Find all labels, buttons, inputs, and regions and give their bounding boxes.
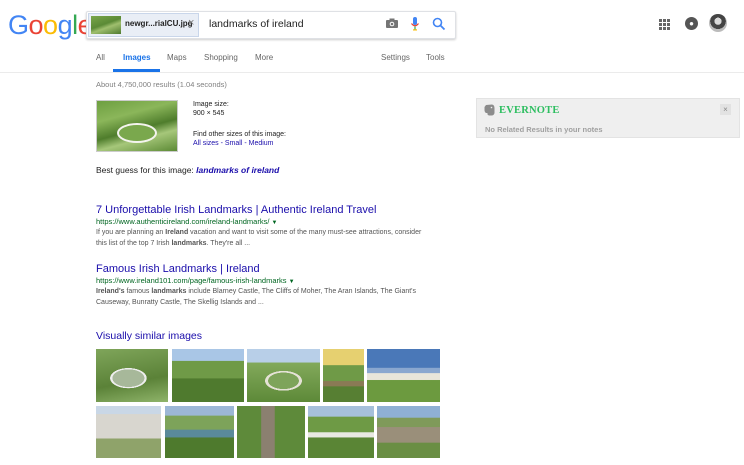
snippet-line: Causeway, Bunratty Castle, The Skellig I… (96, 299, 264, 306)
other-sizes-label: Find other sizes of this image: (193, 131, 286, 138)
result-title[interactable]: 7 Unforgettable Irish Landmarks | Authen… (96, 204, 376, 216)
result-title[interactable]: Famous Irish Landmarks | Ireland (96, 263, 260, 275)
result-url[interactable]: https://www.authenticireland.com/ireland… (96, 217, 277, 226)
result-url-text: https://www.authenticireland.com/ireland… (96, 217, 270, 226)
search-box[interactable]: newgr...rialCU.jpg × landmarks of irelan… (86, 11, 456, 39)
search-icon[interactable] (432, 17, 446, 31)
avatar[interactable] (709, 14, 727, 32)
tab-settings[interactable]: Settings (381, 53, 410, 62)
apps-grid-icon[interactable] (659, 19, 670, 30)
similar-image[interactable] (377, 406, 440, 458)
dropdown-arrow-icon[interactable]: ▼ (289, 279, 295, 285)
result-url[interactable]: https://www.ireland101.com/page/famous-i… (96, 276, 295, 285)
uploaded-image-chip[interactable]: newgr...rialCU.jpg × (88, 13, 199, 37)
snippet-line: this list of the top 7 Irish landmarks. … (96, 240, 251, 247)
tab-tools[interactable]: Tools (426, 53, 445, 62)
tab-all[interactable]: All (96, 53, 105, 62)
image-size-value: 900 × 545 (193, 110, 225, 117)
evernote-panel: EVERNOTE × No Related Results in your no… (476, 98, 740, 138)
result-snippet: Ireland's famous landmarks include Blarn… (96, 286, 456, 308)
similar-image[interactable] (247, 349, 320, 402)
close-icon[interactable]: × (188, 17, 194, 29)
best-guess-label: Best guess for this image: (96, 165, 197, 175)
similar-image[interactable] (367, 349, 440, 402)
evernote-message: No Related Results in your notes (485, 125, 603, 134)
similar-image[interactable] (172, 349, 244, 402)
evernote-elephant-icon (484, 104, 495, 116)
similar-image[interactable] (96, 349, 168, 402)
dropdown-arrow-icon[interactable]: ▼ (272, 220, 278, 226)
image-sizes-links[interactable]: All sizes - Small - Medium (193, 140, 274, 147)
logo-letter: G (8, 10, 29, 40)
similar-image[interactable] (308, 406, 374, 458)
close-icon[interactable]: × (720, 104, 731, 115)
logo-letter: g (57, 10, 73, 40)
snippet-line: If you are planning an Ireland vacation … (96, 229, 422, 236)
microphone-icon[interactable] (410, 17, 420, 31)
chip-thumbnail (91, 16, 121, 34)
header: Google newgr...rialCU.jpg × landmarks of… (0, 0, 744, 73)
tab-maps[interactable]: Maps (167, 53, 187, 62)
tab-shopping[interactable]: Shopping (204, 53, 238, 62)
logo-letter: o (28, 10, 44, 40)
logo-letter: o (43, 10, 58, 40)
google-logo[interactable]: Google (8, 10, 93, 41)
chip-filename: newgr...rialCU.jpg (125, 19, 193, 28)
similar-image[interactable] (323, 349, 364, 402)
result-url-text: https://www.ireland101.com/page/famous-i… (96, 276, 287, 285)
similar-image[interactable] (165, 406, 234, 458)
query-image-thumbnail[interactable] (96, 100, 178, 152)
similar-image[interactable] (237, 406, 305, 458)
search-input[interactable]: landmarks of ireland (209, 18, 304, 30)
result-stats: About 4,750,000 results (1.04 seconds) (96, 80, 227, 89)
camera-icon[interactable] (386, 18, 398, 28)
result-snippet: If you are planning an Ireland vacation … (96, 227, 456, 249)
tab-more[interactable]: More (255, 53, 273, 62)
snippet-line: Ireland's famous landmarks include Blarn… (96, 288, 417, 295)
thumbnail-mound (117, 123, 157, 143)
similar-image[interactable] (96, 406, 161, 458)
notifications-icon[interactable]: ● (685, 17, 698, 30)
evernote-title: EVERNOTE (499, 105, 560, 116)
tab-images[interactable]: Images (123, 53, 151, 62)
similar-images-title[interactable]: Visually similar images (96, 330, 202, 342)
active-tab-indicator (113, 69, 160, 72)
image-size-label: Image size: (193, 101, 229, 108)
best-guess: Best guess for this image: landmarks of … (96, 165, 279, 175)
best-guess-link[interactable]: landmarks of ireland (196, 165, 279, 175)
